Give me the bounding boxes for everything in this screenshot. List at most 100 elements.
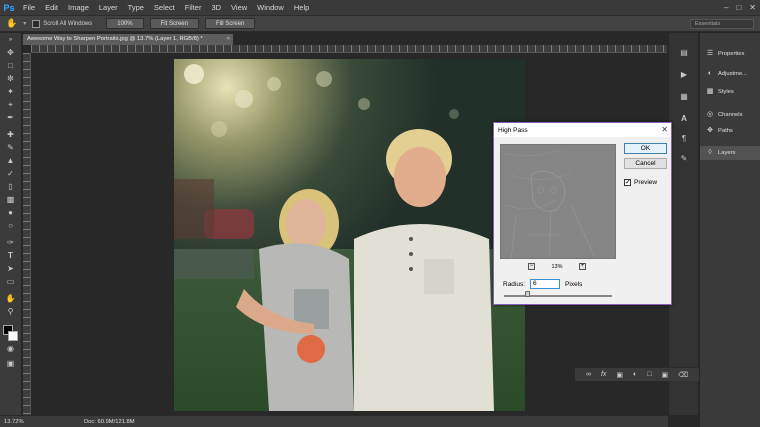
- photoshop-logo: Ps: [3, 2, 15, 13]
- menu-select[interactable]: Select: [149, 0, 180, 15]
- zoom-in-button[interactable]: +: [578, 263, 586, 270]
- maximize-button[interactable]: □: [736, 3, 741, 12]
- character-panel-icon[interactable]: A: [678, 113, 690, 124]
- screen-mode-icon[interactable]: ▣: [4, 358, 17, 369]
- fill-screen-button[interactable]: Fill Screen: [204, 18, 256, 29]
- menu-filter[interactable]: Filter: [180, 0, 207, 15]
- background-color-swatch[interactable]: [8, 331, 18, 341]
- fit-screen-button[interactable]: Fit Screen: [149, 18, 199, 29]
- quick-select-tool-icon[interactable]: ✦: [4, 86, 17, 97]
- paths-panel-tab[interactable]: ✥ Paths: [700, 124, 760, 138]
- document-tab[interactable]: Awesome Way to Sharpen Portraits.jpg @ 1…: [23, 34, 233, 45]
- radius-input[interactable]: 6: [530, 279, 561, 289]
- eraser-tool-icon[interactable]: ▯: [4, 181, 17, 192]
- healing-tool-icon[interactable]: ✚: [4, 129, 17, 140]
- history-brush-tool-icon[interactable]: ✓: [4, 168, 17, 179]
- folder-icon[interactable]: □: [647, 371, 651, 378]
- properties-panel-tab[interactable]: ☰ Properties: [700, 47, 760, 61]
- close-button[interactable]: ✕: [749, 3, 756, 12]
- zoom-100-button[interactable]: 100%: [106, 18, 144, 29]
- tool-preset-dropdown[interactable]: ▾: [23, 20, 26, 27]
- gradient-tool-icon[interactable]: ▩: [4, 194, 17, 205]
- menu-help[interactable]: Help: [289, 0, 314, 15]
- quick-mask-icon[interactable]: ◉: [4, 343, 17, 354]
- menu-window[interactable]: Window: [252, 0, 289, 15]
- fx-icon[interactable]: fx: [601, 371, 606, 378]
- paths-label: Paths: [718, 128, 733, 134]
- paragraph-panel-icon[interactable]: ¶: [678, 133, 690, 144]
- tab-close-icon[interactable]: ×: [227, 34, 230, 45]
- styles-panel-tab[interactable]: ▩ Styles: [700, 85, 760, 99]
- scroll-all-windows-label: Scroll All Windows: [43, 20, 93, 27]
- menu-layer[interactable]: Layer: [94, 0, 123, 15]
- menu-view[interactable]: View: [226, 0, 252, 15]
- adjustment-icon[interactable]: ◐: [633, 371, 637, 378]
- zoom-out-button[interactable]: −: [528, 263, 535, 270]
- shape-tool-icon[interactable]: ▭: [4, 276, 17, 287]
- blur-tool-icon[interactable]: ●: [4, 207, 17, 218]
- tools-panel: » ✥ □ ✼ ✦ ⌖ ✒ ✚ ✎ ▲ ✓ ▯ ▩ ● ○ ✑ T ➤ ▭ ✋ …: [0, 33, 22, 415]
- preview-toggle[interactable]: ✓ Preview: [624, 179, 657, 186]
- status-bar: 13.72% Doc: 60.9M/121.8M: [0, 415, 668, 427]
- cancel-button[interactable]: Cancel: [624, 158, 667, 169]
- preview-zoom-controls: − 13% +: [528, 262, 586, 271]
- eyedropper-tool-icon[interactable]: ✒: [4, 112, 17, 123]
- menu-type[interactable]: Type: [123, 0, 149, 15]
- document-image[interactable]: [174, 59, 525, 411]
- hand-tool-icon[interactable]: ✋: [4, 293, 17, 304]
- horizontal-ruler: [31, 45, 667, 53]
- filter-preview[interactable]: [500, 144, 616, 259]
- menu-edit[interactable]: Edit: [40, 0, 63, 15]
- ok-button[interactable]: OK: [624, 143, 667, 154]
- menu-image[interactable]: Image: [63, 0, 94, 15]
- move-tool-icon[interactable]: ✥: [4, 47, 17, 58]
- scroll-all-windows-checkbox[interactable]: [32, 19, 41, 28]
- preview-checkbox[interactable]: ✓: [624, 179, 631, 186]
- window-controls: – □ ✕: [724, 0, 756, 15]
- menu-3d[interactable]: 3D: [206, 0, 226, 15]
- channels-label: Channels: [718, 112, 743, 118]
- zoom-tool-icon[interactable]: ⚲: [4, 306, 17, 317]
- minimize-button[interactable]: –: [724, 3, 728, 12]
- history-panel-icon[interactable]: ▤: [678, 47, 690, 58]
- path-select-tool-icon[interactable]: ➤: [4, 263, 17, 274]
- brush-tool-icon[interactable]: ✎: [4, 142, 17, 153]
- lasso-tool-icon[interactable]: ✼: [4, 73, 17, 84]
- collapsed-panel-strip: ▤ ▶ ▦ A ¶ ✎: [668, 33, 698, 415]
- actions-panel-icon[interactable]: ▶: [678, 69, 690, 80]
- adjustments-label: Adjustme...: [718, 71, 747, 77]
- pen-tool-icon[interactable]: ✑: [4, 237, 17, 248]
- radius-slider-handle[interactable]: [525, 291, 530, 297]
- type-tool-icon[interactable]: T: [4, 250, 17, 261]
- preview-label: Preview: [634, 179, 658, 186]
- high-pass-preview-image: [501, 145, 615, 258]
- workspace-select[interactable]: Essentials: [690, 19, 754, 29]
- collapse-toolbar-icon[interactable]: »: [4, 35, 17, 46]
- dialog-close-button[interactable]: ✕: [661, 123, 668, 137]
- new-layer-icon[interactable]: ▣: [661, 371, 668, 379]
- styles-icon: ▩: [706, 88, 714, 95]
- zoom-level[interactable]: 13.72%: [0, 419, 28, 425]
- color-panel-icon[interactable]: ▦: [678, 91, 690, 102]
- crop-tool-icon[interactable]: ⌖: [4, 99, 17, 110]
- mask-icon[interactable]: ▣: [616, 371, 623, 379]
- adjustments-panel-tab[interactable]: ◐ Adjustme...: [700, 67, 760, 81]
- dodge-tool-icon[interactable]: ○: [4, 220, 17, 231]
- preview-zoom-percent: 13%: [551, 263, 563, 270]
- styles-label: Styles: [718, 89, 734, 95]
- marquee-tool-icon[interactable]: □: [4, 60, 17, 71]
- options-bar: ✋ ▾ Scroll All Windows 100% Fit Screen F…: [0, 15, 760, 32]
- radius-slider-track[interactable]: [504, 295, 612, 297]
- portrait-photo: [174, 59, 525, 411]
- layers-panel-tab[interactable]: ◊ Layers: [700, 146, 760, 160]
- brush-panel-icon[interactable]: ✎: [678, 153, 690, 164]
- channels-icon: ◎: [706, 111, 714, 118]
- hand-tool-icon: ✋: [6, 18, 18, 28]
- vertical-ruler: [23, 53, 31, 415]
- channels-panel-tab[interactable]: ◎ Channels: [700, 108, 760, 122]
- link-icon[interactable]: ∞: [586, 371, 591, 378]
- menu-file[interactable]: File: [18, 0, 40, 15]
- dialog-titlebar[interactable]: High Pass ✕: [494, 123, 671, 137]
- stamp-tool-icon[interactable]: ▲: [4, 155, 17, 166]
- trash-icon[interactable]: ⌫: [678, 371, 688, 379]
